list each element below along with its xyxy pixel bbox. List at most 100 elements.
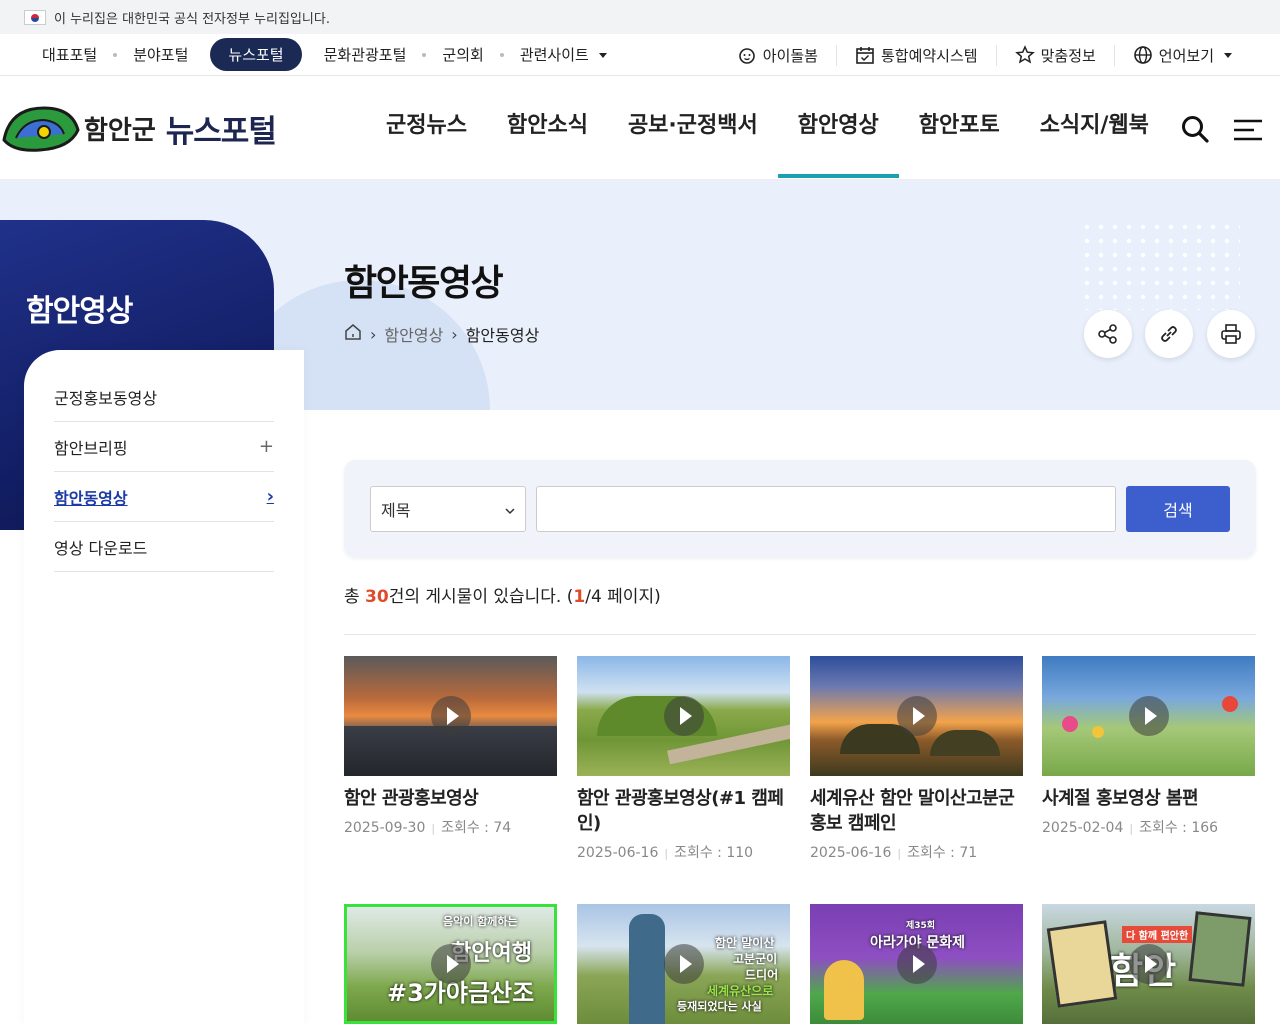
sidebar-item-briefing[interactable]: 함안브리핑 + [54, 422, 274, 472]
logo-portal-name: 뉴스포털 [165, 113, 277, 150]
video-title: 세계유산 함안 말이산고분군 홍보 캠페인 [810, 788, 1015, 834]
video-thumbnail[interactable]: 제35회 아라가야 문화제 [810, 904, 1023, 1024]
childcare-link[interactable]: 아이돌봄 [719, 45, 836, 66]
count-suffix: /4 페이지) [585, 587, 661, 607]
thumbnail-caption: 음악이 함께하는 [443, 915, 518, 928]
globe-icon [1133, 46, 1152, 64]
video-card[interactable]: 제35회 아라가야 문화제 [810, 904, 1023, 1024]
count-total: 30 [365, 587, 389, 607]
haman-logo-icon [2, 106, 80, 152]
site-header: 함안군 뉴스포털 군정뉴스 함안소식 공보·군정백서 함안영상 함안포토 소식지… [0, 78, 1280, 180]
link-icon [1161, 326, 1177, 342]
share-button[interactable] [1084, 310, 1132, 358]
breadcrumb-separator: › [370, 324, 377, 344]
hamburger-menu-icon[interactable] [1232, 118, 1264, 146]
video-title: 함안 관광홍보영상(#1 캠페인) [577, 788, 784, 834]
video-date: 2025-06-16 [810, 845, 892, 861]
portal-link-main[interactable]: 대표포털 [26, 44, 113, 65]
video-thumbnail[interactable] [577, 656, 790, 776]
meta-separator: | [431, 822, 436, 835]
share-icon [1098, 324, 1117, 344]
video-views: 조회수 : 74 [441, 820, 512, 836]
portal-link-culture[interactable]: 문화관광포털 [308, 44, 423, 65]
portal-link-council[interactable]: 군의회 [426, 44, 499, 65]
sidebar-item-video-download[interactable]: 영상 다운로드 [54, 522, 274, 572]
gov-banner-text: 이 누리집은 대한민국 공식 전자정부 누리집입니다. [54, 11, 330, 27]
video-card[interactable]: 함안 관광홍보영상 2025-09-30 | 조회수 : 74 [344, 656, 557, 837]
gnb-haman-news[interactable]: 함안소식 [487, 78, 608, 178]
sidebar-item-promo-video[interactable]: 군정홍보동영상 [54, 372, 274, 422]
video-title: 사계절 홍보영상 봄편 [1042, 788, 1199, 809]
language-select[interactable]: 언어보기 [1113, 44, 1250, 66]
video-thumbnail[interactable]: 함안 말이산 고분군이 드디어 세계유산으로 등재되었다는 사실 [577, 904, 790, 1024]
breadcrumb-item[interactable]: 함안영상 [384, 322, 443, 346]
count-page: 1 [573, 587, 586, 607]
star-icon [1014, 45, 1035, 64]
video-card[interactable]: 다 함께 편안한 함안 [1042, 904, 1255, 1024]
video-meta: 2025-09-30 | 조회수 : 74 [344, 817, 557, 837]
video-card[interactable]: 함안 관광홍보영상(#1 캠페인) 2025-06-16 | 조회수 : 110 [577, 656, 790, 862]
baby-face-icon [738, 48, 755, 64]
chevron-right-icon: › [266, 486, 274, 507]
meta-separator: | [1129, 822, 1134, 835]
count-mid: 건의 게시물이 있습니다. ( [388, 587, 574, 607]
gnb-haman-video[interactable]: 함안영상 [777, 78, 899, 178]
search-field-value: 제목 [381, 501, 411, 520]
home-icon[interactable] [344, 323, 362, 345]
portal-link-news[interactable]: 뉴스포털 [210, 38, 302, 71]
video-thumbnail[interactable]: 다 함께 편안한 함안 [1042, 904, 1255, 1024]
site-logo[interactable]: 함안군 뉴스포털 [0, 100, 277, 156]
chevron-down-icon [1224, 52, 1232, 58]
gov-banner: 이 누리집은 대한민국 공식 전자정부 누리집입니다. [0, 0, 1280, 34]
video-thumbnail[interactable] [810, 656, 1023, 776]
copy-link-button[interactable] [1145, 310, 1193, 358]
portal-link-related[interactable]: 관련사이트 [504, 44, 623, 65]
play-icon [663, 696, 704, 736]
video-thumbnail[interactable]: 음악이 함께하는 함안여행 #3가야금산조 [344, 904, 557, 1024]
result-count: 총 30건의 게시물이 있습니다. (1/4 페이지) [344, 582, 661, 607]
video-card[interactable]: 사계절 홍보영상 봄편 2025-02-04 | 조회수 : 166 [1042, 656, 1255, 837]
portal-link-field[interactable]: 분야포털 [117, 44, 204, 65]
custom-info-link[interactable]: 맞춤정보 [995, 44, 1114, 66]
thumbnail-caption: 제35회 [906, 921, 936, 931]
chevron-down-icon [598, 53, 607, 58]
decorative-dots [1080, 220, 1240, 310]
custom-info-label: 맞춤정보 [1040, 46, 1096, 65]
sidebar-item-haman-video[interactable]: 함안동영상 › [54, 472, 274, 522]
video-date: 2025-09-30 [344, 820, 426, 836]
search-panel: 제목 검색 [344, 460, 1256, 558]
search-button[interactable]: 검색 [1126, 486, 1230, 532]
chevron-down-icon [505, 500, 515, 519]
play-icon [1128, 696, 1169, 736]
video-meta: 2025-02-04 | 조회수 : 166 [1042, 817, 1255, 837]
video-views: 조회수 : 71 [907, 845, 978, 861]
search-icon[interactable] [1180, 114, 1210, 148]
sidebar-title: 함안영상 [26, 294, 133, 329]
childcare-label: 아이돌봄 [762, 46, 818, 65]
video-card[interactable]: 세계유산 함안 말이산고분군 홍보 캠페인 2025-06-16 | 조회수 : 7… [810, 656, 1023, 862]
gnb-county-news[interactable]: 군정뉴스 [366, 78, 487, 178]
print-button[interactable] [1207, 310, 1255, 358]
reservation-link[interactable]: 통합예약시스템 [835, 44, 996, 66]
video-thumbnail[interactable] [344, 656, 557, 776]
search-input[interactable] [536, 486, 1116, 532]
sidebar-menu: 군정홍보동영상 함안브리핑 + 함안동영상 › 영상 다운로드 [24, 350, 304, 1024]
video-card[interactable]: 음악이 함께하는 함안여행 #3가야금산조 [344, 904, 557, 1024]
video-meta: 2025-06-16 | 조회수 : 71 [810, 842, 1023, 862]
printer-icon [1221, 324, 1241, 344]
gnb-newsletter[interactable]: 소식지/웹북 [1020, 78, 1169, 178]
logo-county-name: 함안군 [84, 115, 156, 146]
video-card[interactable]: 함안 말이산 고분군이 드디어 세계유산으로 등재되었다는 사실 [577, 904, 790, 1024]
thumbnail-caption: 다 함께 편안한 [1122, 926, 1193, 943]
gnb-publicity[interactable]: 공보·군정백서 [608, 78, 778, 178]
search-field-select[interactable]: 제목 [370, 486, 526, 532]
thumbnail-caption: 드디어 [745, 968, 779, 982]
portal-bar: 대표포털 분야포털 뉴스포털 문화관광포털 군의회 관련사이트 아이돌봄 통합예… [0, 34, 1280, 76]
play-icon [1128, 944, 1169, 984]
sidebar-item-label: 함안동영상 [54, 488, 128, 508]
sidebar-item-label: 군정홍보동영상 [54, 388, 158, 408]
calendar-icon [856, 47, 874, 64]
count-prefix: 총 [344, 587, 366, 607]
gnb-haman-photo[interactable]: 함안포토 [899, 78, 1020, 178]
video-thumbnail[interactable] [1042, 656, 1255, 776]
